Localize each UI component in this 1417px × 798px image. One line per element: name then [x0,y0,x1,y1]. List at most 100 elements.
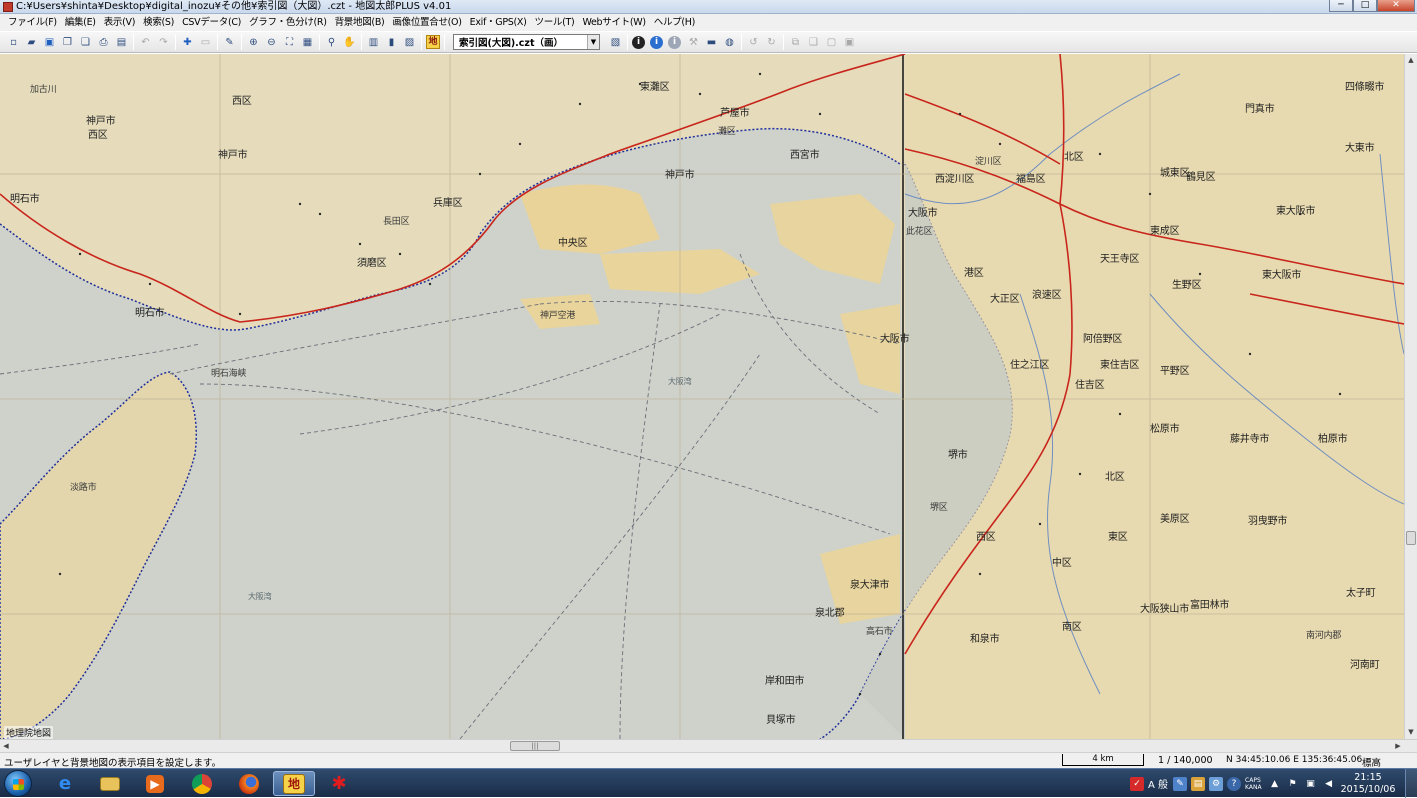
map-label: 西区 [88,130,108,141]
explorer-icon [100,776,120,791]
menu-help[interactable]: ヘルプ(H) [650,14,699,31]
menu-csv[interactable]: CSVデータ(C) [178,14,245,31]
layer-icon[interactable]: ▭ [198,35,213,50]
paste-icon[interactable]: ❏ [78,35,93,50]
tray-expand-icon[interactable]: ▲ [1268,777,1282,791]
map-label: 西区 [976,532,996,543]
vertical-scrollbar[interactable]: ▲ ▼ [1404,54,1417,739]
map-view[interactable]: 加古川 神戸市 西区 西区 神戸市 明石市 須磨区 兵庫区 長田区 中央区 神戸… [0,54,1404,739]
redo-icon[interactable]: ↷ [156,35,171,50]
map-label: 芦屋市 [720,108,750,119]
rotate-right-icon[interactable]: ↻ [764,35,779,50]
maximize-button[interactable]: □ [1353,0,1377,12]
scale-bar: 4 km [1062,754,1144,766]
ruler-icon[interactable]: ▬ [704,35,719,50]
table-icon[interactable]: ▥ [366,35,381,50]
pan-icon[interactable]: ✋ [342,35,357,50]
media-player-icon: ▶ [146,774,164,793]
zoom-in-icon[interactable]: ⊕ [246,35,261,50]
taskbar-firefox[interactable] [228,771,270,796]
clock[interactable]: 21:15 2015/10/06 [1340,772,1396,796]
search-icon[interactable]: ⚲ [324,35,339,50]
new-icon[interactable]: ▫ [6,35,21,50]
info-gray-icon[interactable]: i [668,35,681,49]
ime-dictionary-icon[interactable]: ▤ [1191,776,1206,791]
menu-image-align[interactable]: 画像位置合せ(O) [388,14,465,31]
ime-pad-icon[interactable]: ✎ [1173,776,1188,791]
info-blue-icon[interactable]: i [650,35,663,49]
map-drawing[interactable] [0,54,1404,739]
volume-icon[interactable]: ◀ [1322,777,1336,791]
print-icon[interactable]: ⎙ [96,35,111,50]
flag-icon[interactable]: ⚑ [1286,777,1300,791]
window-export-icon[interactable]: ▣ [842,35,857,50]
scroll-down-icon[interactable]: ▼ [1405,726,1417,738]
window-tile-icon[interactable]: ⧉ [788,35,803,50]
scroll-up-icon[interactable]: ▲ [1405,54,1417,66]
chart-icon[interactable]: ▮ [384,35,399,50]
map-label: 堺市 [948,450,968,461]
ime-tools-icon[interactable]: ⚙ [1209,776,1224,791]
save-icon[interactable]: ▣ [42,35,57,50]
map-label: 中区 [1052,558,1072,569]
fit-icon[interactable]: ⛶ [282,35,297,50]
full-extent-icon[interactable]: ▦ [300,35,315,50]
image-icon[interactable]: ▨ [402,35,417,50]
window-cascade-icon[interactable]: ❑ [806,35,821,50]
undo-icon[interactable]: ↶ [138,35,153,50]
preview-icon[interactable]: ▤ [114,35,129,50]
menu-view[interactable]: 表示(V) [100,14,139,31]
menu-website[interactable]: Webサイト(W) [578,14,649,31]
map-label: 泉北郡 [815,608,845,619]
vertical-scroll-thumb[interactable] [1406,531,1416,545]
map-select[interactable]: 索引図(大図).czt（画） ▼ [453,34,600,50]
map-label: 西淀川区 [935,174,975,185]
help-icon[interactable]: ? [1227,776,1242,791]
map-label: 淡路市 [70,483,97,493]
chizu-icon[interactable]: 地 [426,35,440,49]
horizontal-scroll-thumb[interactable]: ||| [510,741,560,751]
security-icon[interactable]: ✓ [1130,776,1144,791]
menu-file[interactable]: ファイル(F) [4,14,61,31]
info-icon[interactable]: i [632,35,645,49]
taskbar-chizutaro[interactable]: 地 [273,771,315,796]
chevron-down-icon[interactable]: ▼ [587,35,599,49]
edit-icon[interactable]: ✎ [222,35,237,50]
toolbar-separator [175,34,176,50]
layer-visibility-icon[interactable]: ▧ [608,35,623,50]
menu-background-map[interactable]: 背景地図(B) [331,14,389,31]
taskbar-explorer[interactable] [89,771,131,796]
menu-edit[interactable]: 編集(E) [61,14,100,31]
taskbar-ie[interactable]: e [44,771,86,796]
show-desktop-button[interactable] [1405,769,1417,798]
copy-icon[interactable]: ❐ [60,35,75,50]
taskbar-chrome[interactable] [181,771,223,796]
close-button[interactable]: ✕ [1377,0,1415,12]
horizontal-scrollbar[interactable]: ◀ ||| ▶ [0,739,1417,752]
taskbar-media-player[interactable]: ▶ [134,771,176,796]
start-button[interactable] [4,770,32,797]
area-icon[interactable]: ◍ [722,35,737,50]
caps-indicator: CAPS [1245,776,1261,784]
map-label: 港区 [964,268,984,279]
menu-search[interactable]: 検索(S) [139,14,178,31]
open-icon[interactable]: ▰ [24,35,39,50]
scroll-right-icon[interactable]: ▶ [1392,740,1404,752]
measure-icon[interactable]: ⚒ [686,35,701,50]
app-icon[interactable] [3,2,13,12]
ime-mode[interactable]: A 般 [1148,776,1168,791]
map-label: 中央区 [558,238,588,249]
menu-graph[interactable]: グラフ・色分け(R) [245,14,331,31]
network-icon[interactable]: ▣ [1304,777,1318,791]
chizutaro-icon: 地 [283,773,305,794]
scroll-left-icon[interactable]: ◀ [0,740,12,752]
taskbar-paint[interactable]: ✱ [318,771,360,796]
window-float-icon[interactable]: ▢ [824,35,839,50]
map-label: 加古川 [30,85,57,95]
menu-exif-gps[interactable]: Exif・GPS(X) [466,14,531,31]
rotate-left-icon[interactable]: ↺ [746,35,761,50]
menu-tools[interactable]: ツール(T) [531,14,579,31]
add-point-icon[interactable]: ✚ [180,35,195,50]
minimize-button[interactable]: ─ [1329,0,1353,12]
zoom-out-icon[interactable]: ⊖ [264,35,279,50]
